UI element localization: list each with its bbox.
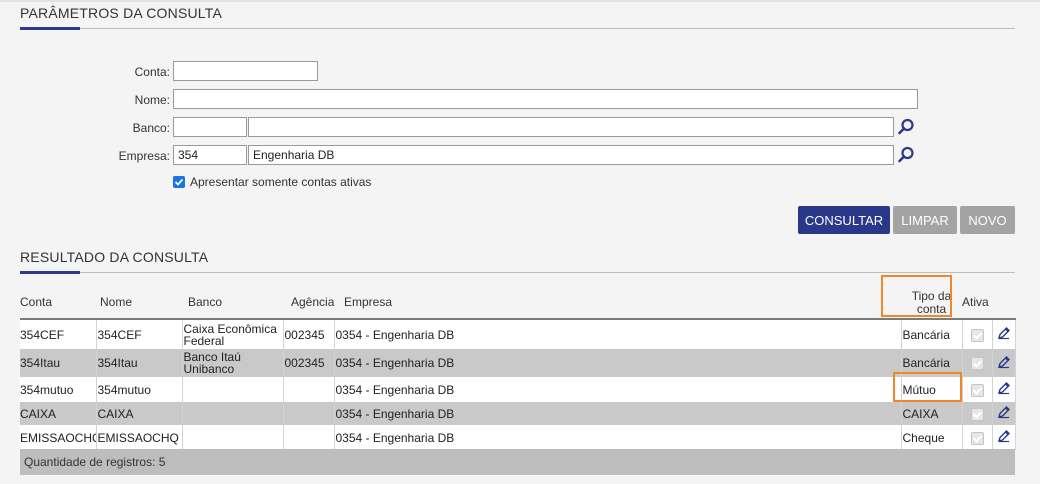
- table-row[interactable]: EMISSAOCHQ EMISSAOCHQ 0354 - Engenharia …: [20, 425, 1016, 450]
- params-divider: [20, 28, 1015, 29]
- results-accent-bar: [20, 271, 80, 274]
- col-header-agencia[interactable]: Agência: [283, 286, 334, 320]
- cell-nome: CAIXA: [96, 402, 183, 425]
- table-header-row: Conta Nome Banco Agência Empresa Tipo da…: [20, 286, 1015, 320]
- cell-conta: 354Itau: [20, 349, 97, 377]
- records-count-bar: Quantidade de registros: 5: [20, 449, 1015, 475]
- cell-banco: [182, 402, 284, 425]
- pencil-icon[interactable]: [997, 405, 1011, 419]
- cell-nome: 354Itau: [96, 349, 183, 377]
- cell-ativa: [962, 425, 993, 450]
- cell-banco: [182, 425, 284, 450]
- active-check-icon: [970, 357, 984, 371]
- pencil-icon[interactable]: [997, 429, 1011, 443]
- only-active-checkbox[interactable]: [173, 176, 185, 188]
- cell-empresa: 0354 - Engenharia DB: [334, 377, 902, 402]
- records-count-value: 5: [158, 455, 166, 469]
- table-row[interactable]: CAIXA CAIXA 0354 - Engenharia DB CAIXA: [20, 402, 1016, 425]
- cell-nome: 354mutuo: [96, 377, 183, 402]
- col-header-empresa[interactable]: Empresa: [334, 286, 901, 320]
- edit-cell[interactable]: [992, 425, 1016, 450]
- cell-agencia: [283, 425, 335, 450]
- edit-cell[interactable]: [992, 319, 1016, 349]
- cell-nome: 354CEF: [96, 319, 183, 349]
- cell-ativa: [962, 377, 993, 402]
- cell-empresa: 0354 - Engenharia DB: [334, 402, 902, 425]
- cell-conta: EMISSAOCHQ: [20, 425, 97, 450]
- col-header-ativa[interactable]: Ativa: [962, 286, 992, 320]
- banco-name-input[interactable]: [248, 117, 894, 137]
- active-check-icon: [970, 328, 984, 342]
- params-accent-bar: [20, 27, 80, 30]
- cell-agencia: [283, 402, 335, 425]
- active-check-icon: [970, 431, 984, 445]
- active-check-icon: [970, 383, 984, 397]
- cell-banco: [182, 377, 284, 402]
- cell-tipo: Cheque: [901, 425, 963, 450]
- cell-conta: 354CEF: [20, 319, 97, 349]
- edit-cell[interactable]: [992, 402, 1016, 425]
- cell-ativa: [962, 319, 993, 349]
- cell-agencia: 002345: [283, 349, 335, 377]
- limpar-button[interactable]: LIMPAR: [893, 206, 957, 234]
- empresa-search-icon[interactable]: [896, 145, 916, 165]
- cell-tipo: Bancária: [901, 319, 963, 349]
- results-divider: [20, 272, 1015, 273]
- banco-search-icon[interactable]: [896, 117, 916, 137]
- pencil-icon[interactable]: [997, 326, 1011, 340]
- only-active-option[interactable]: Apresentar somente contas ativas: [173, 175, 371, 189]
- novo-button[interactable]: NOVO: [960, 206, 1015, 234]
- top-border: [0, 0, 1040, 2]
- consultar-button[interactable]: CONSULTAR: [798, 206, 890, 234]
- banco-label: Banco:: [132, 121, 170, 135]
- cell-nome: EMISSAOCHQ: [96, 425, 183, 450]
- records-count-label: Quantidade de registros:: [24, 455, 156, 469]
- cell-banco: Caixa Econômica Federal: [182, 319, 284, 349]
- col-header-nome[interactable]: Nome: [96, 286, 182, 320]
- empresa-label: Empresa:: [118, 149, 170, 163]
- empresa-name-input[interactable]: [248, 145, 894, 165]
- params-section-title: PARÂMETROS DA CONSULTA: [20, 5, 222, 21]
- only-active-label: Apresentar somente contas ativas: [190, 175, 372, 189]
- cell-conta: 354mutuo: [20, 377, 97, 402]
- nome-label: Nome:: [134, 93, 170, 107]
- cell-tipo: CAIXA: [901, 402, 963, 425]
- mutuo-cell-highlight: [893, 372, 962, 402]
- nome-input[interactable]: [173, 89, 918, 109]
- pencil-icon[interactable]: [997, 355, 1011, 369]
- table-row[interactable]: 354Itau 354Itau Banco Itaú Unibanco 0023…: [20, 349, 1016, 377]
- table-row[interactable]: 354CEF 354CEF Caixa Econômica Federal 00…: [20, 319, 1016, 349]
- conta-label: Conta:: [134, 65, 170, 79]
- cell-empresa: 0354 - Engenharia DB: [334, 319, 902, 349]
- empresa-code-input[interactable]: [173, 145, 247, 165]
- cell-ativa: [962, 402, 993, 425]
- results-table: Conta Nome Banco Agência Empresa Tipo da…: [20, 286, 1016, 450]
- pencil-icon[interactable]: [997, 381, 1011, 395]
- cell-empresa: 0354 - Engenharia DB: [334, 349, 902, 377]
- cell-agencia: [283, 377, 335, 402]
- tipo-header-highlight: [881, 275, 952, 317]
- active-check-icon: [970, 407, 984, 421]
- col-header-conta[interactable]: Conta: [20, 286, 96, 320]
- results-section-title: RESULTADO DA CONSULTA: [20, 249, 209, 265]
- conta-input[interactable]: [173, 61, 318, 81]
- table-row[interactable]: 354mutuo 354mutuo 0354 - Engenharia DB M…: [20, 377, 1016, 402]
- edit-cell[interactable]: [992, 349, 1016, 377]
- banco-code-input[interactable]: [173, 117, 247, 137]
- cell-banco: Banco Itaú Unibanco: [182, 349, 284, 377]
- col-header-actions: [992, 286, 1015, 320]
- cell-agencia: 002345: [283, 319, 335, 349]
- cell-empresa: 0354 - Engenharia DB: [334, 425, 902, 450]
- col-header-banco[interactable]: Banco: [182, 286, 283, 320]
- edit-cell[interactable]: [992, 377, 1016, 402]
- cell-ativa: [962, 349, 993, 377]
- cell-conta: CAIXA: [20, 402, 97, 425]
